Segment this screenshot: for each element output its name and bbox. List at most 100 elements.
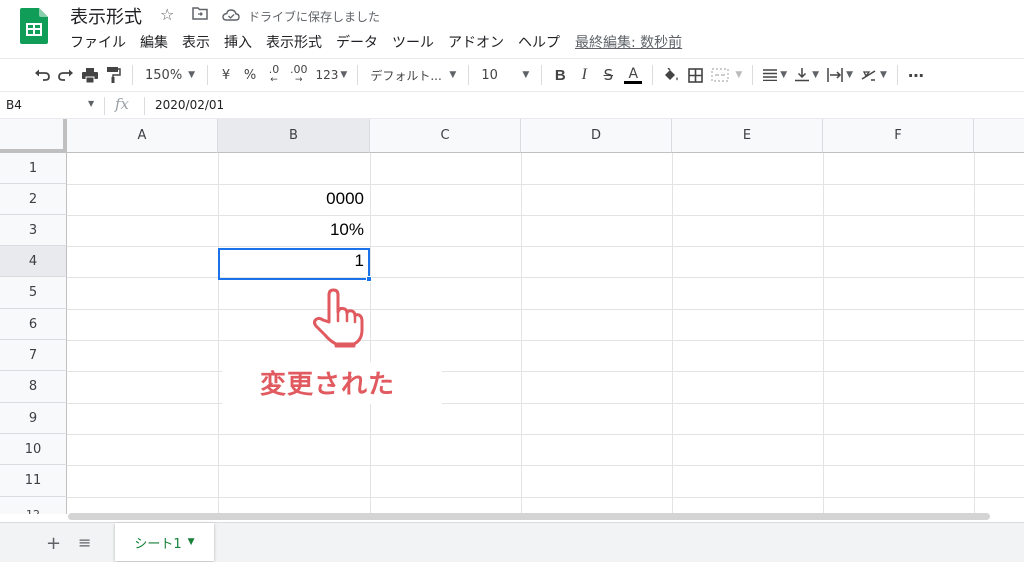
pointing-hand-icon: [312, 288, 364, 350]
zoom-select[interactable]: 150% ▼: [139, 62, 201, 88]
menu-bar: ファイル 編集 表示 挿入 表示形式 データ ツール アドオン ヘルプ 最終編集…: [70, 32, 682, 52]
menu-data[interactable]: データ: [329, 32, 385, 52]
last-edit-link[interactable]: 最終編集: 数秒前: [575, 32, 682, 52]
row-header-10[interactable]: 10: [0, 434, 67, 465]
row-header-7[interactable]: 7: [0, 340, 67, 371]
column-header-f[interactable]: F: [823, 119, 974, 153]
document-title[interactable]: 表示形式: [70, 3, 142, 29]
fx-icon: fx: [115, 95, 130, 113]
percent-format-button[interactable]: %: [238, 62, 262, 88]
spreadsheet-grid: A B C D E F 1 2 3 4 5 6 7 8 9 10 11 12 0…: [0, 119, 1024, 514]
toolbar: 150% ▼ ¥ % .0 ← .00 → 123 ▼ デフォルト... ▼ 1…: [0, 58, 1024, 92]
column-header-e[interactable]: E: [672, 119, 823, 153]
formula-input[interactable]: 2020/02/01: [155, 98, 224, 112]
row-header-9[interactable]: 9: [0, 403, 67, 434]
toolbar-divider: [468, 65, 470, 85]
text-rotation-icon[interactable]: ▼: [857, 62, 891, 88]
borders-icon[interactable]: [683, 62, 707, 88]
move-folder-icon[interactable]: [192, 5, 208, 24]
chevron-down-icon: ▼: [812, 70, 820, 80]
decrease-decimal-label: .0: [268, 63, 280, 76]
fill-handle[interactable]: [366, 276, 372, 282]
row-header-4[interactable]: 4: [0, 246, 67, 277]
arrow-left-icon: ←: [270, 75, 278, 85]
horizontal-scrollbar[interactable]: [68, 513, 990, 520]
decrease-decimal-button[interactable]: .0 ←: [262, 62, 286, 88]
selected-cell-outline: [218, 248, 370, 280]
paint-format-icon[interactable]: [102, 62, 126, 88]
more-formats-select[interactable]: 123 ▼: [312, 62, 352, 88]
toolbar-divider: [357, 65, 359, 85]
toolbar-divider: [541, 65, 543, 85]
row-header-3[interactable]: 3: [0, 215, 67, 246]
increase-decimal-button[interactable]: .00 →: [286, 62, 312, 88]
row-header-12[interactable]: 12: [0, 497, 67, 514]
text-color-button[interactable]: A: [620, 62, 646, 88]
menu-format[interactable]: 表示形式: [259, 32, 329, 52]
menu-tools[interactable]: ツール: [385, 32, 441, 52]
chevron-down-icon[interactable]: ▼: [188, 537, 195, 547]
annotation-label: 変更された: [260, 370, 396, 400]
horizontal-align-icon[interactable]: ▼: [759, 62, 791, 88]
chevron-down-icon[interactable]: ▼: [88, 99, 94, 108]
row-header-1[interactable]: 1: [0, 153, 67, 184]
all-sheets-menu-icon[interactable]: ≡: [78, 533, 91, 552]
cell-b2[interactable]: 0000: [220, 189, 364, 209]
column-header-c[interactable]: C: [370, 119, 521, 153]
menu-help[interactable]: ヘルプ: [511, 32, 567, 52]
cloud-saved-icon[interactable]: [222, 7, 240, 26]
add-sheet-button[interactable]: +: [46, 533, 61, 554]
menu-view[interactable]: 表示: [175, 32, 217, 52]
more-options-button[interactable]: ⋯: [904, 62, 928, 88]
formula-bar: B4 ▼ fx 2020/02/01: [0, 93, 1024, 119]
fill-color-icon[interactable]: [659, 62, 683, 88]
italic-button[interactable]: I: [572, 62, 596, 88]
divider: [104, 97, 105, 115]
chevron-down-icon: ▼: [522, 70, 530, 80]
currency-format-button[interactable]: ¥: [214, 62, 238, 88]
sheet-tab-label: シート1: [134, 536, 182, 552]
print-icon[interactable]: [78, 62, 102, 88]
text-wrap-icon[interactable]: ▼: [823, 62, 857, 88]
row-header-2[interactable]: 2: [0, 184, 67, 215]
font-family-value: デフォルト...: [370, 68, 442, 83]
chevron-down-icon: ▼: [780, 70, 788, 80]
chevron-down-icon: ▼: [880, 70, 887, 80]
column-header-b[interactable]: B: [218, 119, 370, 153]
chevron-down-icon: ▼: [449, 70, 457, 80]
increase-decimal-label: .00: [290, 63, 308, 76]
bold-button[interactable]: B: [548, 62, 572, 88]
chevron-down-icon: ▼: [735, 70, 743, 80]
chevron-down-icon: ▼: [340, 70, 348, 80]
chevron-down-icon: ▼: [188, 70, 196, 80]
column-header-g[interactable]: [974, 119, 1024, 153]
merge-cells-icon[interactable]: ▼: [707, 62, 746, 88]
row-header-11[interactable]: 11: [0, 465, 67, 497]
cell-b3[interactable]: 10%: [220, 220, 364, 240]
save-status: ドライブに保存しました: [248, 10, 381, 24]
font-family-select[interactable]: デフォルト... ▼: [364, 62, 462, 88]
redo-icon[interactable]: [54, 62, 78, 88]
strikethrough-button[interactable]: S: [596, 62, 620, 88]
menu-edit[interactable]: 編集: [133, 32, 175, 52]
column-header-a[interactable]: A: [67, 119, 218, 153]
column-header-d[interactable]: D: [521, 119, 672, 153]
font-size-select[interactable]: 10 ▼: [475, 62, 535, 88]
toolbar-divider: [752, 65, 754, 85]
name-box[interactable]: B4: [6, 98, 96, 112]
sheet-tab-1[interactable]: シート1 ▼: [115, 523, 214, 561]
sheets-logo-icon[interactable]: [20, 8, 48, 44]
select-all-corner[interactable]: [0, 119, 67, 153]
row-header-6[interactable]: 6: [0, 309, 67, 340]
menu-insert[interactable]: 挿入: [217, 32, 259, 52]
row-header-5[interactable]: 5: [0, 277, 67, 309]
menu-addons[interactable]: アドオン: [441, 32, 511, 52]
chevron-down-icon: ▼: [846, 70, 854, 80]
row-header-8[interactable]: 8: [0, 371, 67, 403]
arrow-right-icon: →: [294, 75, 303, 85]
menu-file[interactable]: ファイル: [70, 32, 133, 52]
vertical-align-icon[interactable]: ▼: [791, 62, 823, 88]
undo-icon[interactable]: [30, 62, 54, 88]
sheet-tab-bar: + ≡ シート1 ▼: [0, 522, 1024, 562]
star-icon[interactable]: ☆: [160, 5, 174, 24]
